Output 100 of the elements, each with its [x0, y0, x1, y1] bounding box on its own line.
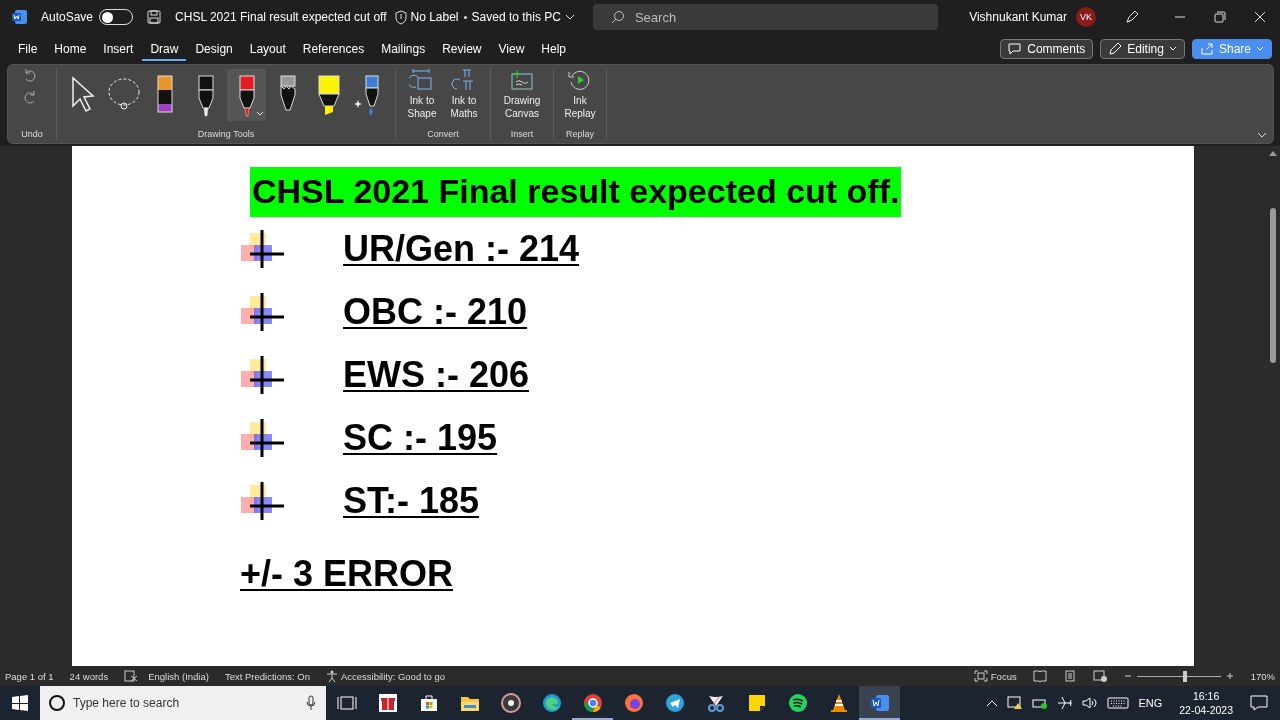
disc-icon — [500, 693, 521, 713]
web-layout-icon[interactable] — [1092, 670, 1107, 682]
speaker-icon[interactable] — [1082, 696, 1099, 710]
scroll-up-icon[interactable] — [1269, 150, 1277, 156]
restore-icon[interactable] — [1214, 11, 1226, 23]
chevron-down-icon[interactable] — [1257, 131, 1267, 139]
menu-tab[interactable]: References — [294, 37, 373, 61]
menu-tab[interactable]: Review — [434, 37, 490, 61]
task-view-icon — [336, 693, 357, 713]
bullet-icon — [240, 354, 285, 395]
menu-tab[interactable]: File — [10, 37, 46, 61]
ink-to-maths-button[interactable]: Ink to Maths — [444, 68, 484, 120]
save-status: Saved to this PC — [471, 10, 561, 24]
speech-bubble-icon — [1008, 42, 1023, 56]
zoom-in-icon[interactable] — [1224, 671, 1235, 681]
ink-to-shape-button[interactable]: Ink to Shape — [402, 68, 442, 120]
device-warning-icon[interactable] — [1007, 696, 1024, 710]
document-title: CHSL 2021 Final result expected cut off — [175, 10, 387, 24]
pencil-icon — [1108, 42, 1123, 56]
shield-icon — [393, 9, 408, 25]
pen-icon[interactable] — [1124, 9, 1140, 25]
page-count[interactable]: Page 1 of 1 — [5, 670, 54, 682]
proofing-icon[interactable] — [124, 670, 139, 682]
cutoff-item: EWS :- 206 — [343, 353, 530, 396]
windows-logo-icon[interactable] — [12, 695, 28, 711]
user-name[interactable]: Vishnukant Kumar — [969, 10, 1067, 24]
gift-icon — [377, 693, 398, 713]
scrollbar-thumb[interactable] — [1270, 208, 1276, 363]
traffic-cone-icon — [828, 693, 849, 713]
firefox-icon — [623, 693, 644, 713]
menu-tab[interactable]: Help — [533, 37, 574, 61]
scissors-icon — [705, 693, 726, 713]
menu-tab[interactable]: Layout — [241, 37, 294, 61]
drawing-canvas-button[interactable]: Drawing Canvas — [497, 68, 547, 120]
group-label: Undo — [21, 129, 43, 140]
microphone-icon[interactable] — [306, 695, 316, 711]
focus-button[interactable]: Focus — [973, 670, 1017, 682]
input-language[interactable]: ENG — [1138, 697, 1163, 709]
keyboard-icon[interactable] — [1107, 696, 1130, 710]
bullet-icon — [240, 228, 285, 269]
clock-date[interactable]: 22-04-2023 — [1179, 703, 1233, 717]
cutoff-item: OBC :- 210 — [343, 290, 528, 333]
search-circle-icon — [48, 694, 66, 712]
search-icon — [610, 10, 625, 24]
chevron-down-icon[interactable] — [564, 13, 575, 21]
autosave-label: AutoSave — [41, 10, 94, 24]
spotify-icon — [787, 693, 808, 713]
group-label: Convert — [427, 129, 459, 140]
menu-tab[interactable]: Draw — [142, 37, 187, 61]
language-status[interactable]: English (India) — [148, 670, 209, 682]
menu-tab[interactable]: View — [490, 37, 533, 61]
menu-tab[interactable]: Insert — [95, 37, 142, 61]
zoom-level[interactable]: 170% — [1250, 670, 1275, 682]
taskbar-search-field[interactable]: Type here to search — [40, 686, 326, 720]
notification-icon[interactable] — [1250, 695, 1268, 711]
editing-mode-button[interactable]: Editing — [1100, 39, 1185, 59]
comments-button[interactable]: Comments — [1000, 39, 1094, 59]
menu-tab[interactable]: Design — [187, 37, 241, 61]
accessibility-icon — [325, 670, 338, 682]
menu-tab[interactable]: Mailings — [373, 37, 434, 61]
edge-icon — [541, 693, 562, 713]
error-note: +/- 3 ERROR — [240, 553, 454, 595]
pen-tool[interactable] — [227, 69, 266, 121]
accessibility-status[interactable]: Accessibility: Good to go — [325, 670, 445, 682]
bullet-icon — [240, 480, 285, 521]
word-icon — [869, 693, 890, 713]
print-layout-icon[interactable] — [1062, 670, 1077, 682]
chevron-down-icon — [1256, 46, 1264, 52]
cutoff-item: SC :- 195 — [343, 416, 498, 459]
menu-tab[interactable]: Home — [46, 37, 95, 61]
text-predictions-status[interactable]: Text Predictions: On — [224, 670, 310, 682]
cutoff-item: ST:- 185 — [343, 479, 480, 522]
bullet-icon — [240, 291, 285, 332]
sticky-note-icon — [746, 693, 767, 713]
chrome-icon — [582, 693, 603, 713]
group-label: Drawing Tools — [197, 129, 255, 140]
word-logo-icon — [12, 9, 28, 25]
save-icon[interactable] — [147, 10, 162, 24]
user-avatar[interactable]: VK — [1076, 7, 1096, 27]
bullet-icon — [240, 417, 285, 458]
battery-icon[interactable] — [1032, 697, 1049, 709]
search-field[interactable]: Search — [592, 4, 938, 30]
share-icon — [1199, 42, 1214, 56]
shape-icon — [409, 68, 435, 92]
redo-icon[interactable] — [22, 90, 38, 104]
ink-replay-button[interactable]: Ink Replay — [560, 68, 600, 120]
zoom-thumb[interactable] — [1183, 670, 1188, 682]
group-label: Replay — [566, 129, 594, 140]
word-count[interactable]: 24 words — [69, 670, 109, 682]
label-status: No Label — [410, 10, 459, 24]
read-mode-icon[interactable] — [1032, 670, 1047, 682]
focus-icon — [973, 670, 988, 682]
close-icon[interactable] — [1254, 11, 1266, 23]
store-bag-icon — [418, 693, 439, 713]
clock-time[interactable]: 16:16 — [1193, 689, 1220, 703]
chevron-down-icon — [1168, 46, 1177, 52]
airplane-icon[interactable] — [1057, 696, 1074, 710]
undo-icon[interactable] — [22, 68, 38, 82]
group-label: Insert — [510, 129, 534, 140]
chevron-up-icon[interactable] — [986, 699, 999, 707]
